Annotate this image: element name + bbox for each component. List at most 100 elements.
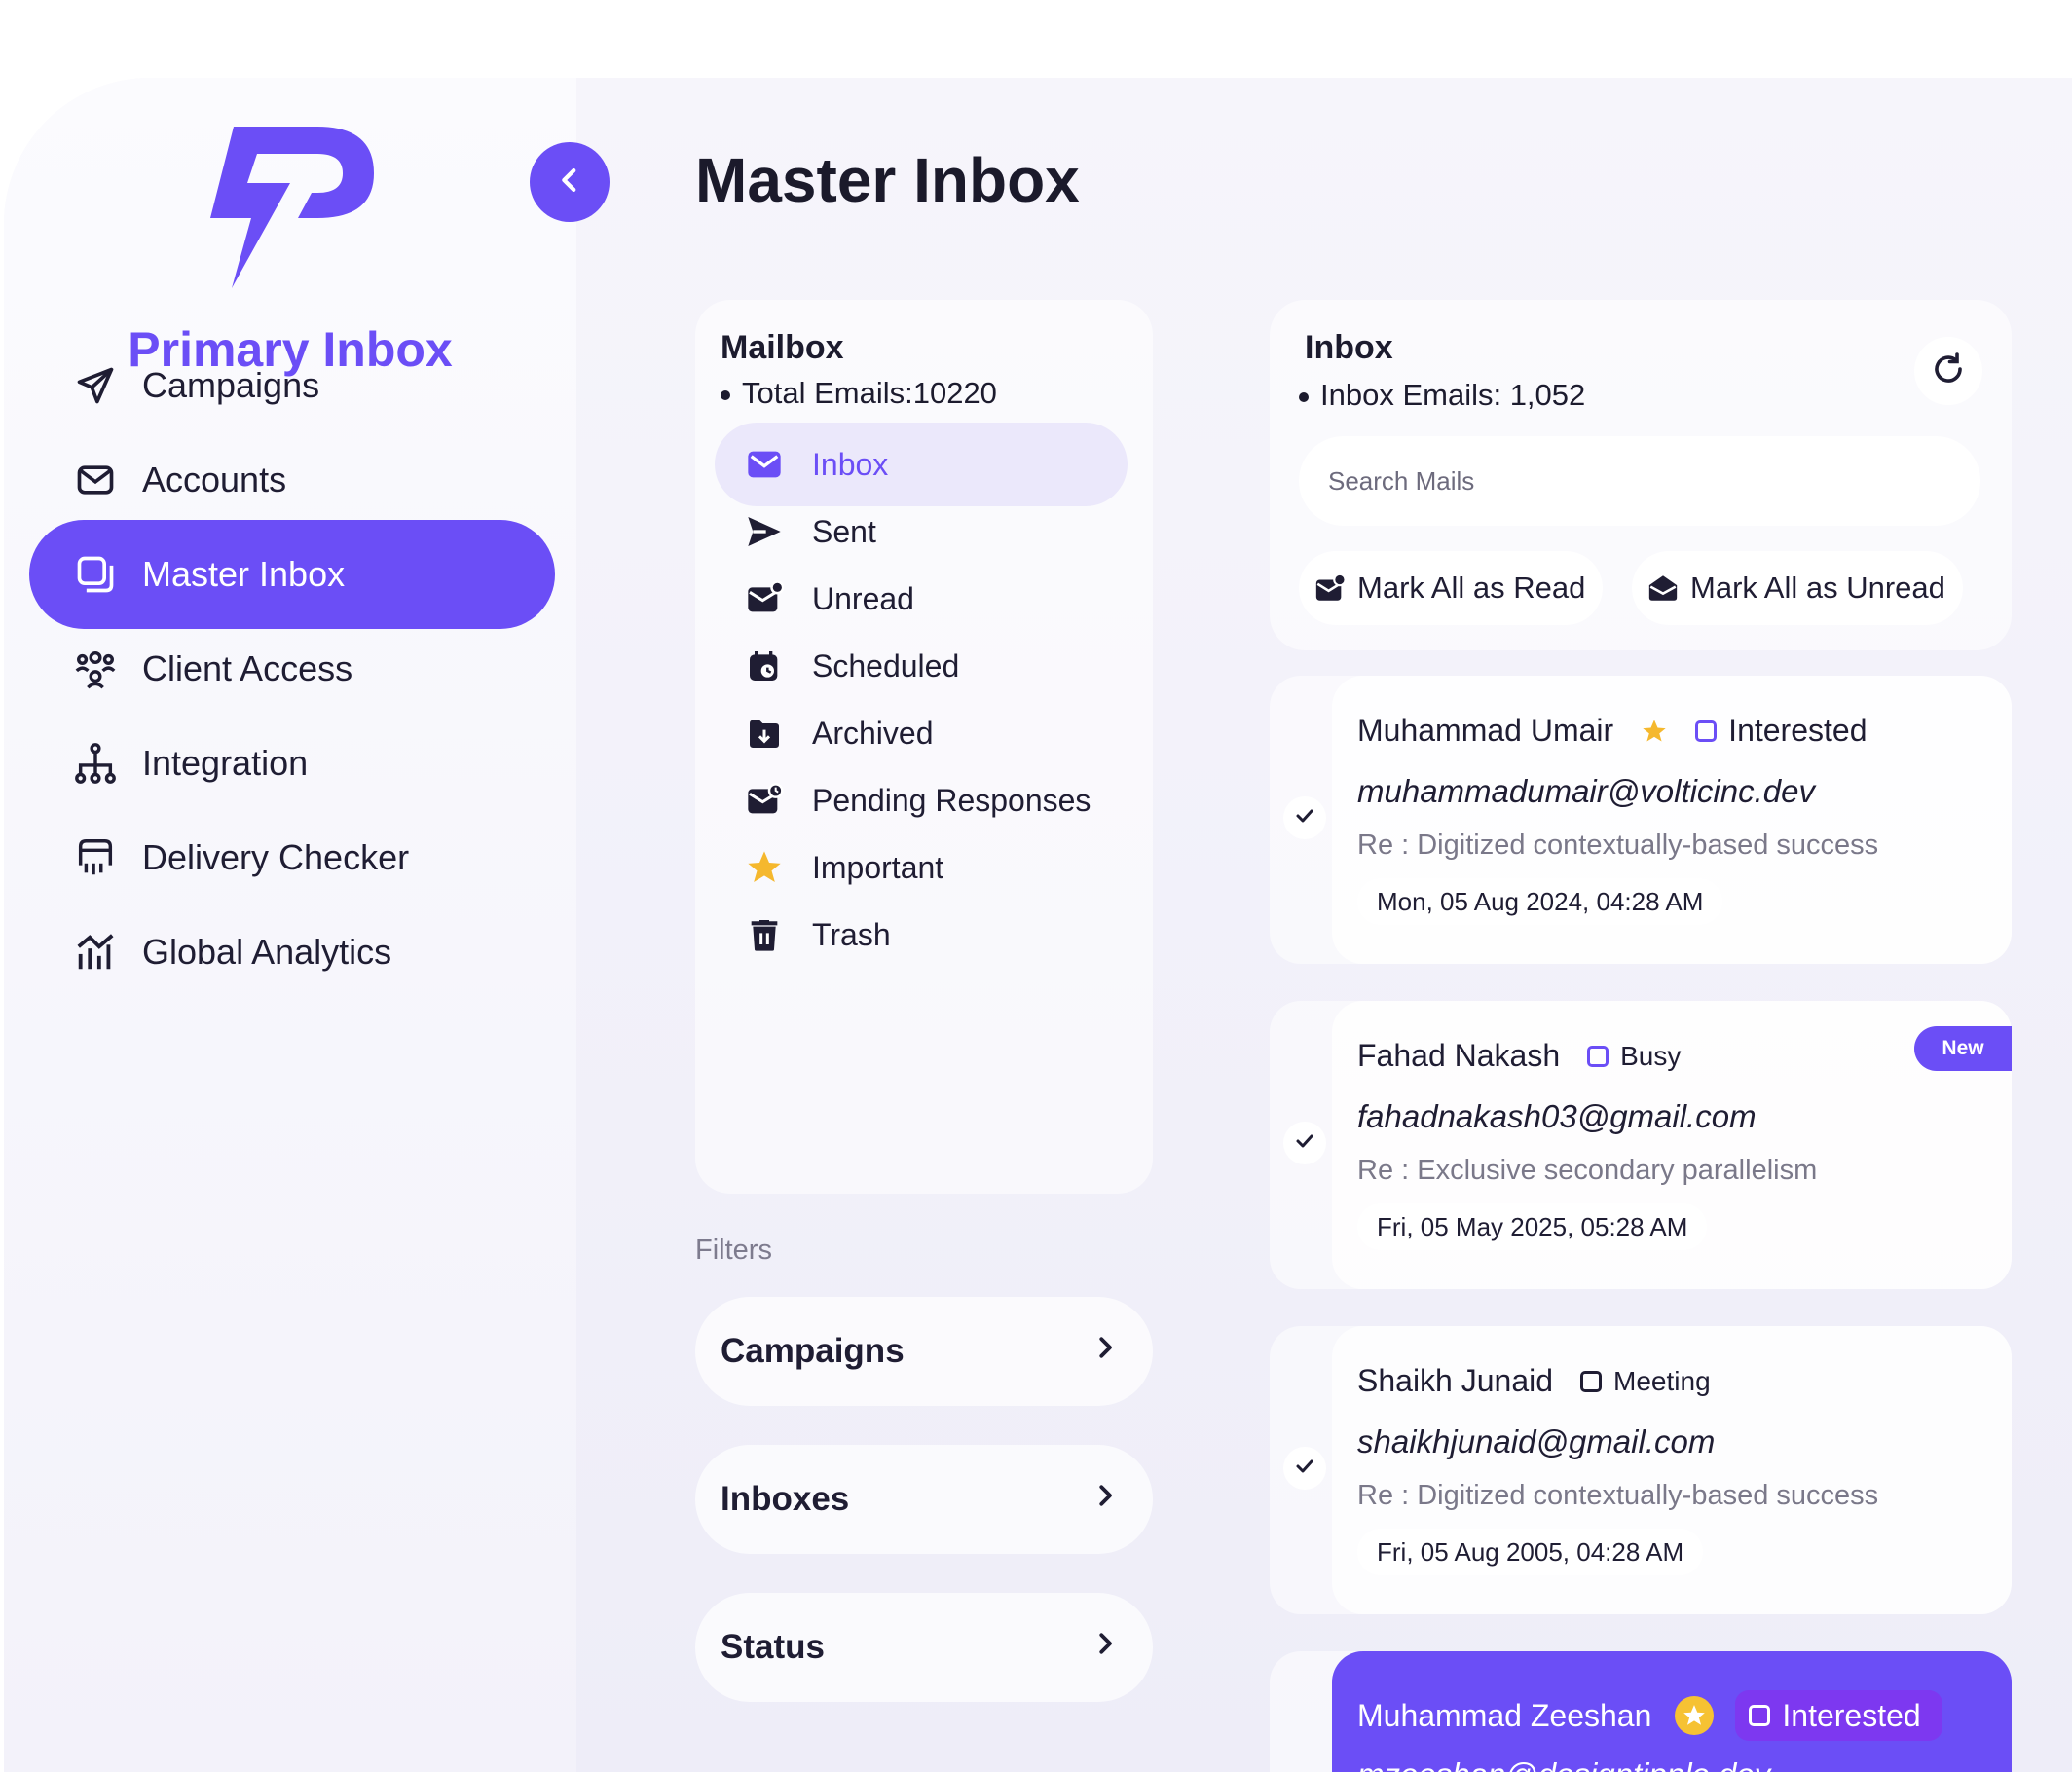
filter-inboxes[interactable]: Inboxes	[695, 1445, 1153, 1554]
sidebar-item-master-inbox[interactable]: Master Inbox	[29, 520, 555, 629]
folder-label: Trash	[812, 916, 891, 952]
sender-row: Fahad Nakash Busy	[1357, 1038, 1681, 1074]
tag-square-icon	[1749, 1705, 1771, 1726]
delivery-icon	[72, 834, 119, 881]
send-icon	[72, 362, 119, 409]
collapse-sidebar-button[interactable]	[530, 142, 610, 222]
email-date: Fri, 05 May 2025, 05:28 AM	[1357, 1203, 1708, 1250]
star-icon[interactable]	[1641, 718, 1668, 745]
unread-mail-icon	[744, 578, 785, 619]
hierarchy-icon	[72, 740, 119, 787]
sender-name: Muhammad Umair	[1357, 713, 1614, 748]
sidebar-item-label: Client Access	[142, 648, 353, 688]
star-icon[interactable]	[1675, 1696, 1715, 1735]
search-input[interactable]: Search Mails	[1299, 436, 1980, 526]
pending-mail-icon	[744, 780, 785, 821]
mark-read-label: Mark All as Read	[1357, 571, 1586, 605]
email-subject: Re : Exclusive secondary parallelism	[1357, 1155, 1818, 1186]
sender-email: mzeeshan@designtipple.dev	[1357, 1756, 1770, 1772]
bullet-icon	[1299, 391, 1309, 402]
trash-icon	[744, 914, 785, 955]
status-tag: Busy	[1587, 1041, 1681, 1072]
status-tag-label: Interested	[1782, 1697, 1921, 1733]
archive-icon	[744, 713, 785, 754]
sender-row: Muhammad Zeeshan Interested	[1357, 1690, 1942, 1741]
tag-square-icon	[1695, 720, 1718, 742]
mailbox-total-text: Total Emails:10220	[742, 376, 997, 410]
chevron-left-icon	[553, 164, 586, 202]
filter-label: Campaigns	[721, 1332, 905, 1370]
filter-status[interactable]: Status	[695, 1593, 1153, 1702]
select-checkbox[interactable]	[1283, 1122, 1326, 1164]
mail-closed-icon	[1646, 571, 1681, 606]
sidebar-item-label: Integration	[142, 743, 309, 783]
check-icon	[1293, 804, 1316, 832]
filter-label: Status	[721, 1628, 825, 1666]
email-subject: Re : Digitized contextually-based succes…	[1357, 1480, 1879, 1511]
inbox-panel: Inbox Inbox Emails: 1,052 Search Mails M…	[1270, 300, 2012, 650]
sender-name: Fahad Nakash	[1357, 1038, 1561, 1073]
mailbox-total: Total Emails:10220	[721, 376, 997, 411]
envelope-icon	[72, 457, 119, 503]
email-date: Mon, 05 Aug 2024, 04:28 AM	[1357, 878, 1723, 925]
mark-all-read-button[interactable]: Mark All as Read	[1299, 551, 1604, 625]
chevron-right-icon	[1091, 1628, 1120, 1667]
folder-label: Sent	[812, 513, 876, 549]
sender-row: Shaikh Junaid Meeting	[1357, 1363, 1711, 1399]
email-card-selected[interactable]: Muhammad Zeeshan Interested mzeeshan@des…	[1270, 1651, 2012, 1772]
calendar-clock-icon	[744, 646, 785, 686]
refresh-button[interactable]	[1914, 337, 1982, 405]
folder-label: Unread	[812, 580, 914, 616]
sender-name: Muhammad Zeeshan	[1357, 1697, 1652, 1733]
filter-campaigns[interactable]: Campaigns	[695, 1297, 1153, 1406]
status-tag-label: Meeting	[1613, 1365, 1711, 1396]
mail-open-icon	[1313, 571, 1348, 606]
sidebar-item-label: Delivery Checker	[142, 837, 410, 877]
sidebar-item-label: Accounts	[142, 460, 287, 499]
sidebar-item-integration[interactable]: Integration	[29, 709, 555, 818]
app-window: Primary Inbox Campaigns Accounts Master …	[4, 78, 2072, 1772]
sidebar-item-delivery-checker[interactable]: Delivery Checker	[29, 803, 555, 912]
mark-unread-label: Mark All as Unread	[1690, 571, 1945, 605]
email-card[interactable]: Shaikh Junaid Meeting shaikhjunaid@gmail…	[1270, 1326, 2012, 1614]
sidebar: Primary Inbox Campaigns Accounts Master …	[4, 78, 576, 1772]
new-badge: New	[1914, 1026, 2012, 1071]
sender-email: muhammadumair@volticinc.dev	[1357, 773, 1815, 809]
mark-all-unread-button[interactable]: Mark All as Unread	[1632, 551, 1963, 625]
select-checkbox[interactable]	[1283, 796, 1326, 839]
inbox-count: Inbox Emails: 1,052	[1299, 378, 1585, 413]
folder-trash[interactable]: Trash	[715, 893, 1128, 977]
sidebar-item-client-access[interactable]: Client Access	[29, 614, 555, 723]
filters-label: Filters	[695, 1235, 772, 1266]
filter-label: Inboxes	[721, 1480, 850, 1518]
sidebar-item-accounts[interactable]: Accounts	[29, 425, 555, 535]
chevron-right-icon	[1091, 1480, 1120, 1519]
status-tag: Interested	[1735, 1690, 1942, 1741]
sidebar-item-campaigns[interactable]: Campaigns	[29, 331, 555, 440]
inbox-title: Inbox	[1305, 329, 1393, 366]
email-card[interactable]: New Fahad Nakash Busy fahadnakash03@gmai…	[1270, 1001, 2012, 1289]
mailbox-panel: Mailbox Total Emails:10220 Inbox Sent Un…	[695, 300, 1153, 1194]
users-icon	[72, 646, 119, 692]
select-checkbox[interactable]	[1283, 1447, 1326, 1490]
email-date: Fri, 05 Aug 2005, 04:28 AM	[1357, 1529, 1704, 1575]
sender-name: Shaikh Junaid	[1357, 1363, 1554, 1398]
mailbox-title: Mailbox	[721, 329, 844, 366]
sender-email: shaikhjunaid@gmail.com	[1357, 1423, 1716, 1459]
paper-plane-icon	[744, 511, 785, 552]
sidebar-item-label: Master Inbox	[142, 554, 346, 594]
folder-label: Important	[812, 849, 944, 885]
folder-label: Pending Responses	[812, 782, 1092, 818]
sidebar-item-global-analytics[interactable]: Global Analytics	[29, 898, 555, 1007]
sidebar-item-label: Campaigns	[142, 365, 320, 405]
tag-square-icon	[1587, 1045, 1610, 1067]
star-icon	[744, 847, 785, 888]
brand-logo-icon	[208, 125, 376, 288]
envelope-icon	[744, 444, 785, 485]
status-tag: Interested	[1695, 713, 1867, 749]
email-card[interactable]: Muhammad Umair Interested muhammadumair@…	[1270, 676, 2012, 964]
page-title: Master Inbox	[695, 145, 1080, 215]
status-tag: Meeting	[1580, 1366, 1711, 1397]
tag-square-icon	[1580, 1370, 1603, 1392]
folder-label: Archived	[812, 715, 934, 751]
